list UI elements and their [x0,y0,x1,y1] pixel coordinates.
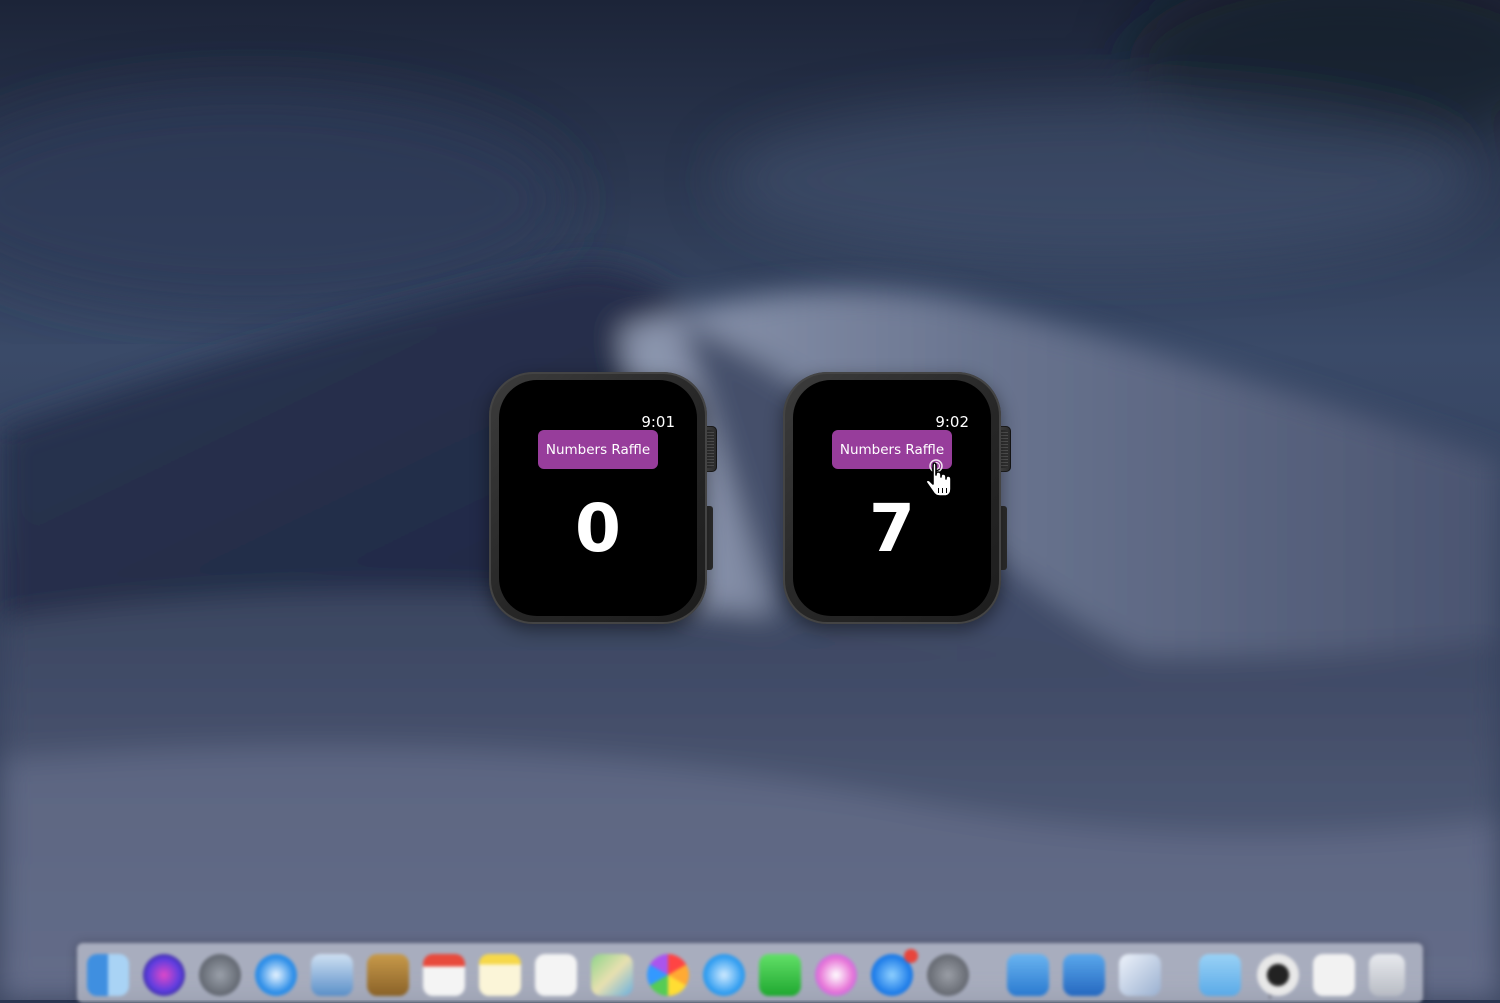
numbers-raffle-button[interactable]: Numbers Raffle [538,430,658,469]
notification-badge [904,949,918,963]
watch-case: 9:02 Numbers Raffle 7 [783,372,1001,624]
finder-folder-icon[interactable] [1063,954,1105,996]
preview-icon[interactable] [311,954,353,996]
siri-icon[interactable] [143,954,185,996]
maps-icon[interactable] [591,954,633,996]
status-time: 9:02 [935,413,969,431]
preview-window-icon[interactable] [1313,954,1355,996]
downloads-folder-icon[interactable] [1199,954,1241,996]
messages-icon[interactable] [703,954,745,996]
watch-screen: 9:01 Numbers Raffle 0 [499,380,697,616]
finder-icon[interactable] [87,954,129,996]
reminders-icon[interactable] [535,954,577,996]
itunes-icon[interactable] [815,954,857,996]
trash-icon[interactable] [1369,954,1405,996]
photos-icon[interactable] [647,954,689,996]
system-preferences-icon[interactable] [927,954,969,996]
desktop-wallpaper [0,0,1500,1000]
xcode-simulator-icon[interactable] [1007,954,1049,996]
numbers-raffle-button[interactable]: Numbers Raffle [832,430,952,469]
notes-icon[interactable] [479,954,521,996]
launchpad-icon[interactable] [199,954,241,996]
watch-case: 9:01 Numbers Raffle 0 [489,372,707,624]
watch-screen: 9:02 Numbers Raffle 7 [793,380,991,616]
activity-icon[interactable] [1257,954,1299,996]
raffle-number: 0 [575,490,621,567]
watch-simulator-2: 9:02 Numbers Raffle 7 [783,372,1011,624]
raffle-number: 7 [869,490,915,567]
dock [77,943,1423,1003]
calendar-icon[interactable] [423,954,465,996]
safari-icon[interactable] [255,954,297,996]
status-time: 9:01 [641,413,675,431]
xcode-icon[interactable] [1119,954,1161,996]
facetime-icon[interactable] [759,954,801,996]
watch-simulator-1: 9:01 Numbers Raffle 0 [489,372,717,624]
notes-book-icon[interactable] [367,954,409,996]
